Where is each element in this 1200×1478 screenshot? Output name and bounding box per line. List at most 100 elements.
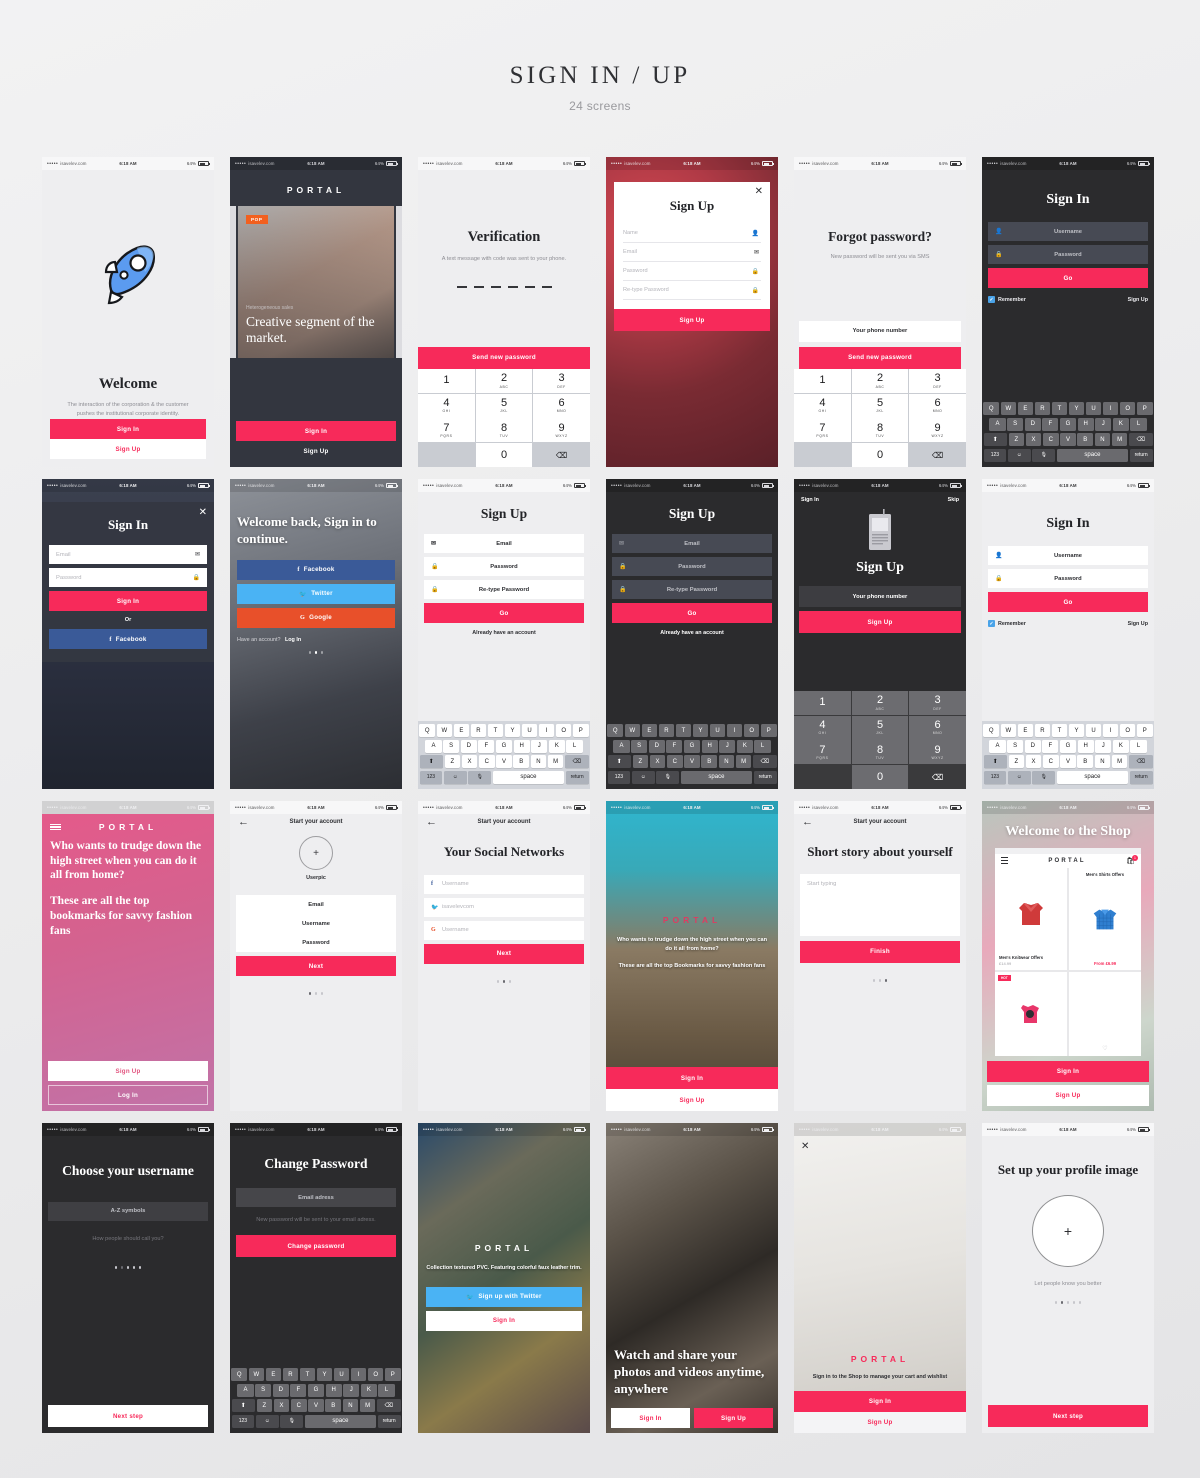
- numbers-key[interactable]: 123: [983, 448, 1007, 462]
- next-button[interactable]: Next: [236, 956, 396, 976]
- key-X[interactable]: X: [1025, 755, 1042, 769]
- numkey-5[interactable]: 5 JKL: [851, 715, 909, 740]
- space-key[interactable]: space: [492, 770, 565, 784]
- key-U[interactable]: U: [709, 724, 726, 738]
- signup-button[interactable]: Sign Up: [50, 439, 206, 459]
- key-S[interactable]: S: [1007, 739, 1024, 753]
- key-Q[interactable]: Q: [983, 402, 999, 416]
- keyboard[interactable]: QWERTYUIOP ASDFGHJKL ⬆ Z X C V B N M ⌫ 123 ☺ 🎙 s…: [982, 399, 1154, 467]
- key-A[interactable]: A: [989, 739, 1006, 753]
- key-K[interactable]: K: [1112, 417, 1129, 431]
- key-K[interactable]: K: [360, 1383, 377, 1397]
- numkey-8[interactable]: 8 TUV: [475, 418, 533, 443]
- shift-key[interactable]: ⬆: [607, 755, 631, 769]
- key-R[interactable]: R: [282, 1368, 299, 1382]
- emoji-icon[interactable]: ☺: [443, 770, 467, 784]
- screen-signin-dark-keyboard[interactable]: ••••• isavelev.com 6:18 AM 64% Sign In 👤…: [982, 157, 1154, 467]
- field-password[interactable]: Password: [236, 933, 396, 952]
- key-W[interactable]: W: [436, 724, 453, 738]
- key-U[interactable]: U: [1085, 402, 1102, 416]
- remember-checkbox[interactable]: ✓: [988, 296, 995, 303]
- signup-button[interactable]: Sign Up: [694, 1408, 773, 1428]
- field-re-type-password[interactable]: 🔒 Re-type Password: [424, 580, 584, 599]
- menu-icon[interactable]: [1001, 857, 1008, 864]
- key-D[interactable]: D: [1024, 739, 1041, 753]
- key-C[interactable]: C: [1042, 433, 1059, 447]
- key-D[interactable]: D: [272, 1383, 289, 1397]
- key-E[interactable]: E: [1017, 402, 1034, 416]
- return-key[interactable]: return: [753, 770, 777, 784]
- screen-portal-carousel[interactable]: ••••• isavelev.com 6:18 AM 64% PORTAL PO…: [230, 157, 402, 467]
- key-V[interactable]: V: [308, 1399, 324, 1413]
- shift-key[interactable]: ⬆: [231, 1399, 255, 1413]
- finish-button[interactable]: Finish: [800, 940, 960, 963]
- key-F[interactable]: F: [290, 1383, 307, 1397]
- screen-signup-dark-keyboard[interactable]: ••••• isavelev.com 6:18 AM 64% Sign Up ✉…: [606, 479, 778, 789]
- screen-portal-shop-signin[interactable]: ••••• isavelev.com 6:18 AM 64% ✕ PORTAL …: [794, 1123, 966, 1433]
- key-B[interactable]: B: [513, 755, 530, 769]
- next-button[interactable]: Next: [424, 943, 584, 964]
- key-K[interactable]: K: [1112, 739, 1129, 753]
- key-C[interactable]: C: [1042, 755, 1059, 769]
- already-account-link[interactable]: Already have an account: [424, 623, 584, 643]
- numbers-key[interactable]: 123: [419, 770, 443, 784]
- signin-button[interactable]: Sign In: [49, 591, 207, 611]
- key-W[interactable]: W: [1000, 724, 1017, 738]
- screen-verification[interactable]: ••••• isavelev.com 6:18 AM 64% Verificat…: [418, 157, 590, 467]
- key-B[interactable]: B: [701, 755, 718, 769]
- key-G[interactable]: G: [683, 739, 701, 753]
- product-card[interactable]: ♡: [1069, 972, 1141, 1056]
- screen-social-networks[interactable]: ••••• isavelev.com 6:18 AM 64% ← Start y…: [418, 801, 590, 1111]
- signup-button[interactable]: Sign Up: [614, 309, 770, 331]
- numkey-8[interactable]: 8 TUV: [851, 740, 909, 765]
- key-Q[interactable]: Q: [419, 724, 435, 738]
- numkey-4[interactable]: 4 GHI: [794, 393, 851, 418]
- numpad-backspace-icon[interactable]: ⌫: [533, 443, 590, 467]
- key-B[interactable]: B: [1077, 755, 1094, 769]
- password-field[interactable]: 🔒 Password: [988, 245, 1148, 264]
- key-I[interactable]: I: [538, 724, 555, 738]
- screen-forgot-password[interactable]: ••••• isavelev.com 6:18 AM 64% Forgot pa…: [794, 157, 966, 467]
- signup-button[interactable]: Sign Up: [606, 1089, 778, 1111]
- key-S[interactable]: S: [443, 739, 460, 753]
- screen-short-story[interactable]: ••••• isavelev.com 6:18 AM 64% ← Start y…: [794, 801, 966, 1111]
- screen-signup-modal[interactable]: ••••• isavelev.com 6:18 AM 64% ✕ Sign Up…: [606, 157, 778, 467]
- facebook-field[interactable]: f Username: [424, 874, 584, 894]
- key-G[interactable]: G: [1059, 417, 1077, 431]
- email-field[interactable]: Email adress: [236, 1188, 396, 1207]
- key-T[interactable]: T: [299, 1368, 316, 1382]
- field-email[interactable]: ✉ Email: [424, 534, 584, 553]
- numpad-backspace-icon[interactable]: ⌫: [909, 443, 966, 467]
- backspace-key[interactable]: ⌫: [1129, 755, 1153, 769]
- key-Y[interactable]: Y: [504, 724, 521, 738]
- key-U[interactable]: U: [1085, 724, 1102, 738]
- go-button[interactable]: Go: [612, 603, 772, 623]
- signin-button[interactable]: Sign In: [50, 419, 206, 439]
- signup-button[interactable]: Sign Up: [236, 441, 396, 461]
- numkey-3[interactable]: 3 DEF: [533, 368, 590, 393]
- key-H[interactable]: H: [513, 739, 530, 753]
- screen-welcome[interactable]: ••••• isavelev.com 6:18 AM 64% Welcome T…: [42, 157, 214, 467]
- mic-icon[interactable]: 🎙: [1032, 770, 1056, 784]
- mic-icon[interactable]: 🎙: [280, 1414, 304, 1428]
- numkey-6[interactable]: 6 MNO: [909, 393, 966, 418]
- emoji-icon[interactable]: ☺: [631, 770, 655, 784]
- numkey-2[interactable]: 2 ABC: [851, 690, 909, 715]
- signin-button[interactable]: Sign In: [236, 421, 396, 441]
- numbers-key[interactable]: 123: [607, 770, 631, 784]
- numkey-7[interactable]: 7 PQRS: [794, 418, 851, 443]
- key-I[interactable]: I: [726, 724, 743, 738]
- key-O[interactable]: O: [743, 724, 760, 738]
- key-P[interactable]: P: [385, 1368, 401, 1382]
- google-field[interactable]: G Username: [424, 920, 584, 940]
- shift-key[interactable]: ⬆: [419, 755, 443, 769]
- shift-key[interactable]: ⬆: [983, 755, 1007, 769]
- numkey-5[interactable]: 5 JKL: [475, 393, 533, 418]
- numkey-0[interactable]: 0: [851, 765, 909, 789]
- key-N[interactable]: N: [342, 1399, 359, 1413]
- key-Q[interactable]: Q: [983, 724, 999, 738]
- key-T[interactable]: T: [675, 724, 692, 738]
- skip-link[interactable]: Skip: [948, 497, 959, 503]
- key-J[interactable]: J: [531, 739, 548, 753]
- key-C[interactable]: C: [666, 755, 683, 769]
